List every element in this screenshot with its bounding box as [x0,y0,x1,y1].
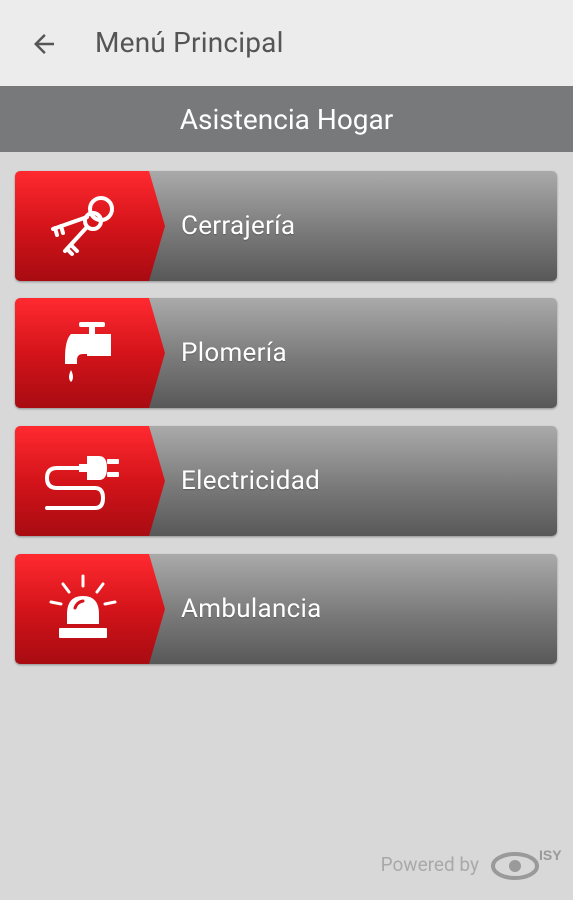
menu-button-ambulancia[interactable]: Ambulancia [15,554,557,664]
back-button[interactable] [24,24,64,64]
footer: Powered by ISY [381,846,565,882]
menu-label: Cerrajería [181,211,296,241]
menu-label: Plomería [181,338,287,368]
isy-logo-icon: ISY [491,847,562,880]
app-title: Menú Principal [95,26,284,59]
menu-label: Electricidad [181,466,321,496]
menu-button-plomeria[interactable]: Plomería [15,298,557,408]
faucet-icon [65,322,111,382]
logo-text: ISY [539,847,562,863]
section-title: Asistencia Hogar [179,102,394,136]
menu-button-cerrajeria[interactable]: Cerrajería [15,171,557,281]
menu-label: Ambulancia [181,594,322,624]
siren-icon [49,574,117,638]
powered-by-text: Powered by [380,852,479,876]
plug-icon [44,456,119,510]
section-header: Asistencia Hogar [0,86,573,152]
menu-button-electricidad[interactable]: Electricidad [15,426,557,536]
keys-icon [51,196,114,256]
arrow-left-icon [34,34,54,54]
app-bar: Menú Principal [0,0,573,86]
